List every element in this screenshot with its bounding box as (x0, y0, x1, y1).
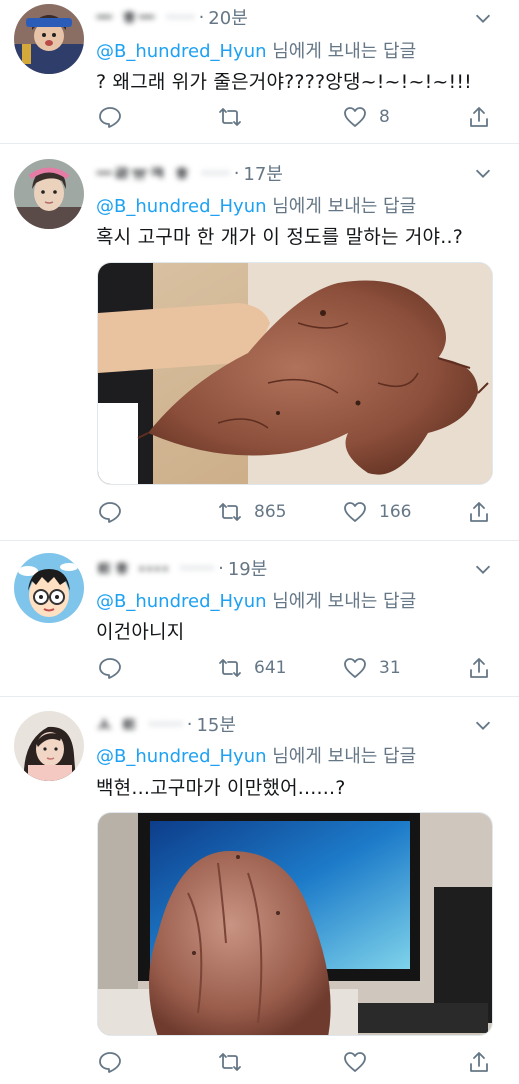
timestamp[interactable]: 17분 (243, 160, 282, 186)
heart-icon (344, 658, 366, 678)
tweet-actions: 865 166 (96, 498, 496, 526)
tweet-actions: 8 (96, 103, 496, 131)
like-count: 8 (379, 107, 390, 127)
retweet-count: 641 (254, 658, 287, 678)
heart-icon (344, 502, 366, 522)
tweet-4[interactable]: ㅅ ㅌ ······ · 15분 @B_hundred_Hyun 님에게 보내는… (0, 697, 519, 1084)
reply-button[interactable] (98, 103, 134, 131)
tweet-actions (96, 1048, 496, 1076)
chevron-down-icon[interactable] (472, 558, 494, 580)
tweet-meta: ㅡ ㅎㅡ ····· · 20분 (96, 4, 248, 30)
tweet-meta: ㅡㄹㅠㅋ ㅎ ····· · 17분 (96, 160, 283, 186)
retweet-count: 865 (254, 502, 287, 522)
tweet-2[interactable]: ㅡㄹㅠㅋ ㅎ ····· · 17분 @B_hundred_Hyun 님에게 보… (0, 144, 519, 540)
display-name[interactable]: ㅅ ㅌ (96, 711, 138, 737)
reply-context: @B_hundred_Hyun 님에게 보내는 답글 (96, 587, 416, 613)
retweet-button[interactable]: 641 (218, 654, 286, 682)
avatar-image (14, 553, 84, 623)
tweet-photo[interactable] (97, 812, 493, 1036)
tweet-text: ? 왜그래 위가 줄은거야????앙댕~!~!~!~!!! (96, 71, 473, 93)
display-name[interactable]: ㅌㅎ ···· (96, 555, 170, 581)
avatar-image (14, 4, 84, 74)
like-button[interactable] (343, 1048, 379, 1076)
share-icon (470, 107, 488, 127)
reply-to-label: 님에게 보내는 답글 (266, 591, 417, 612)
retweet-button[interactable]: 865 (218, 498, 286, 526)
reply-icon (99, 658, 121, 679)
separator-dot: · (186, 713, 193, 735)
tweet-text: 백현...고구마가 이만했어......? (96, 777, 346, 799)
sweet-potato-photo (98, 813, 492, 1035)
share-button[interactable] (467, 498, 491, 526)
retweet-icon (219, 108, 241, 126)
tweet-photo[interactable] (97, 262, 493, 485)
mention-link[interactable]: @B_hundred_Hyun (96, 41, 267, 62)
separator-dot: · (198, 6, 205, 28)
avatar[interactable] (14, 159, 84, 229)
reply-context: @B_hundred_Hyun 님에게 보내는 답글 (96, 192, 416, 218)
tweet-meta: ㅅ ㅌ ······ · 15분 (96, 711, 236, 737)
share-icon (470, 1052, 488, 1072)
timestamp[interactable]: 20분 (208, 4, 247, 30)
heart-icon (344, 107, 366, 127)
reply-button[interactable] (98, 1048, 134, 1076)
like-button[interactable]: 31 (343, 654, 401, 682)
user-handle[interactable]: ······ (148, 714, 182, 735)
mention-link[interactable]: @B_hundred_Hyun (96, 591, 267, 612)
share-button[interactable] (467, 654, 491, 682)
user-handle[interactable]: ······ (180, 558, 214, 579)
display-name[interactable]: ㅡㄹㅠㅋ ㅎ (96, 160, 191, 186)
reply-to-label: 님에게 보내는 답글 (266, 41, 417, 62)
separator-dot: · (233, 162, 240, 184)
chevron-down-icon[interactable] (472, 714, 494, 736)
reply-to-label: 님에게 보내는 답글 (266, 196, 417, 217)
tweet-actions: 641 31 (96, 654, 496, 682)
retweet-icon (219, 1053, 241, 1071)
user-handle[interactable]: ····· (201, 163, 230, 184)
tweet-1[interactable]: ㅡ ㅎㅡ ····· · 20분 @B_hundred_Hyun 님에게 보내는… (0, 0, 519, 143)
reply-context: @B_hundred_Hyun 님에게 보내는 답글 (96, 37, 416, 63)
tweet-3[interactable]: ㅌㅎ ···· ······ · 19분 @B_hundred_Hyun 님에게… (0, 541, 519, 696)
retweet-icon (219, 503, 241, 521)
timestamp[interactable]: 15분 (196, 711, 235, 737)
like-button[interactable]: 166 (343, 498, 411, 526)
share-button[interactable] (467, 1048, 491, 1076)
user-handle[interactable]: ····· (166, 7, 195, 28)
retweet-button[interactable] (218, 103, 254, 131)
share-button[interactable] (467, 103, 491, 131)
reply-icon (99, 1052, 121, 1073)
tweet-text: 혹시 고구마 한 개가 이 정도를 말하는 거야..? (96, 226, 464, 248)
retweet-icon (219, 659, 241, 677)
reply-to-label: 님에게 보내는 답글 (266, 746, 417, 767)
avatar[interactable] (14, 4, 84, 74)
heart-icon (344, 1052, 366, 1072)
tweet-text: 이건아니지 (96, 621, 185, 643)
mention-link[interactable]: @B_hundred_Hyun (96, 196, 267, 217)
reply-button[interactable] (98, 498, 134, 526)
display-name[interactable]: ㅡ ㅎㅡ (96, 4, 156, 30)
share-icon (470, 502, 488, 522)
reply-icon (99, 502, 121, 523)
chevron-down-icon[interactable] (472, 7, 494, 29)
timestamp[interactable]: 19분 (228, 555, 267, 581)
avatar-image (14, 159, 84, 229)
avatar-image (14, 711, 84, 781)
avatar[interactable] (14, 711, 84, 781)
share-icon (470, 658, 488, 678)
avatar[interactable] (14, 553, 84, 623)
tweet-meta: ㅌㅎ ···· ······ · 19분 (96, 555, 267, 581)
retweet-button[interactable] (218, 1048, 254, 1076)
mention-link[interactable]: @B_hundred_Hyun (96, 746, 267, 767)
reply-button[interactable] (98, 654, 134, 682)
separator-dot: · (218, 557, 224, 579)
reply-context: @B_hundred_Hyun 님에게 보내는 답글 (96, 742, 416, 768)
sweet-potato-photo (98, 263, 492, 484)
reply-icon (99, 107, 121, 128)
like-button[interactable]: 8 (343, 103, 390, 131)
like-count: 31 (379, 658, 401, 678)
like-count: 166 (379, 502, 412, 522)
chevron-down-icon[interactable] (472, 162, 494, 184)
